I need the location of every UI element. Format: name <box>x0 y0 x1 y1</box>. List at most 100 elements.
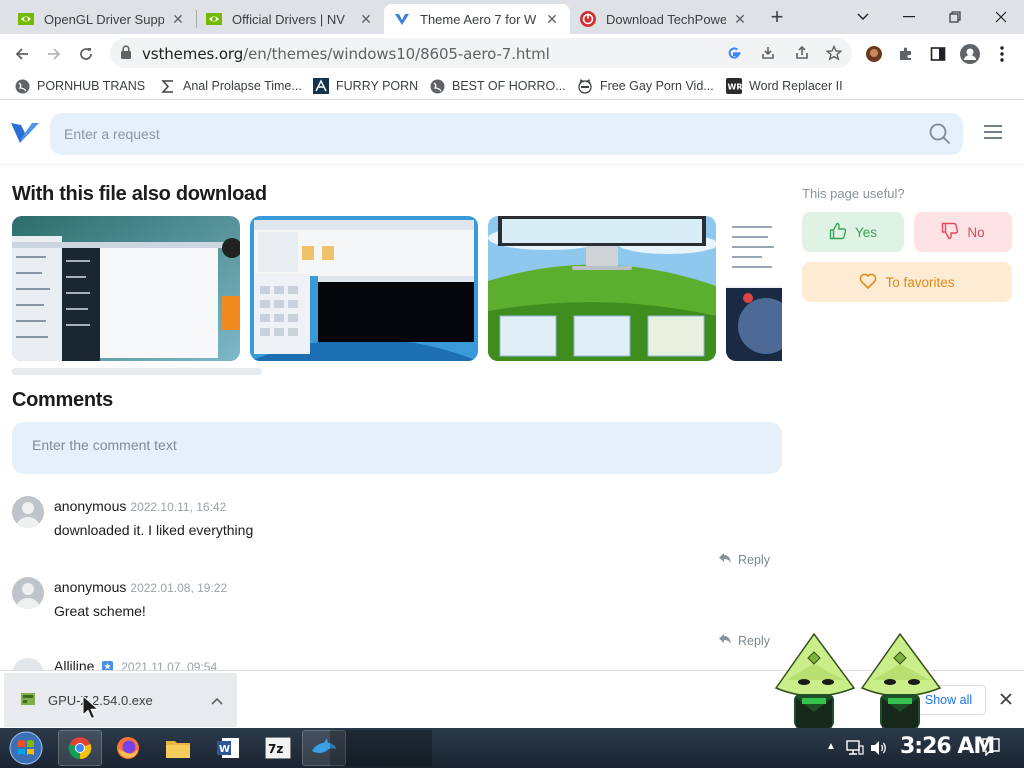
volume-icon[interactable] <box>870 740 888 759</box>
install-app-icon[interactable] <box>760 45 776 61</box>
taskbar-clock[interactable]: 3:26 AM <box>900 734 995 759</box>
bookmark-item[interactable]: BEST OF HORRO... <box>429 77 566 95</box>
yes-label: Yes <box>854 224 878 240</box>
side-panel-icon[interactable] <box>924 40 952 68</box>
comment: anonymous 2022.01.08, 19:22 Great scheme!… <box>12 577 782 657</box>
bookmark-item[interactable]: PORNHUB TRANS <box>14 77 145 95</box>
comment-date: 2021.11.07, 09:54 <box>121 660 218 670</box>
close-tab-icon[interactable]: ✕ <box>170 11 186 27</box>
tab-techpowerup[interactable]: Download TechPower ✕ <box>570 4 758 34</box>
bookmark-label: PORNHUB TRANS <box>37 79 146 93</box>
theme-thumbnail[interactable] <box>12 216 240 361</box>
close-download-bar-icon[interactable] <box>996 689 1016 709</box>
globe-icon <box>14 78 30 94</box>
close-tab-icon[interactable]: ✕ <box>732 11 748 27</box>
comment: Alliline 2021.11.07, 09:54 <box>12 658 782 670</box>
bookmark-item[interactable]: Free Gay Porn Vid... <box>577 77 714 95</box>
comment: anonymous 2022.10.11, 16:42 downloaded it… <box>12 496 782 576</box>
browser-menu-icon[interactable] <box>988 40 1016 68</box>
search-icon[interactable] <box>929 123 951 148</box>
tab-title: Official Drivers | NV <box>232 11 345 27</box>
tab-search-icon[interactable] <box>840 0 886 34</box>
vsthemes-logo-icon[interactable] <box>10 121 40 148</box>
back-icon[interactable] <box>8 40 36 68</box>
close-window-icon[interactable] <box>978 0 1024 34</box>
download-item[interactable]: GPU-Z.2.54.0.exe <box>4 673 237 727</box>
url-path: /en/themes/windows10/8605-aero-7.html <box>243 45 550 63</box>
reply-icon <box>718 633 732 648</box>
nvidia-icon <box>206 11 222 27</box>
forward-icon[interactable] <box>40 40 68 68</box>
comment-author[interactable]: anonymous <box>54 579 126 595</box>
extensions-puzzle-icon[interactable] <box>892 40 920 68</box>
page-main: With this file also download Comments En… <box>0 166 1024 670</box>
7zip-taskbar-icon[interactable]: 7z <box>256 730 300 766</box>
comment-input[interactable] <box>32 437 752 461</box>
browser-toolbar: vsthemes.org/en/themes/windows10/8605-ae… <box>0 34 1024 72</box>
to-favorites-button[interactable]: To favorites <box>802 262 1012 302</box>
explorer-taskbar-icon[interactable] <box>156 730 200 766</box>
bookmark-star-icon[interactable] <box>826 45 842 61</box>
theme-thumbnail[interactable] <box>488 216 716 361</box>
chrome-taskbar-icon[interactable] <box>58 730 102 766</box>
network-icon[interactable] <box>846 740 864 759</box>
tab-theme-aero[interactable]: Theme Aero 7 for W ✕ <box>384 4 570 34</box>
new-tab-button[interactable]: + <box>765 6 789 30</box>
profile-icon[interactable] <box>956 40 984 68</box>
action-center-icon[interactable] <box>982 738 1000 759</box>
minimize-icon[interactable] <box>886 0 932 34</box>
site-header <box>0 101 1024 165</box>
wr-icon: WR <box>726 78 742 94</box>
reply-button[interactable]: Reply <box>718 552 770 567</box>
avatar <box>12 658 44 670</box>
bookmark-label: Word Replacer II <box>749 79 843 93</box>
chevron-up-icon[interactable] <box>211 693 223 708</box>
firefox-taskbar-icon[interactable] <box>106 730 150 766</box>
comment-text: Great scheme! <box>54 603 146 619</box>
exe-file-icon <box>20 692 36 709</box>
share-icon[interactable] <box>794 45 810 61</box>
bookmark-item[interactable]: Anal Prolapse Time... <box>160 77 302 95</box>
theme-thumbnail[interactable] <box>250 216 478 361</box>
lock-icon[interactable] <box>120 45 132 63</box>
comment-date: 2022.10.11, 16:42 <box>130 500 227 514</box>
vsthemes-icon <box>394 11 410 27</box>
svg-text:7z: 7z <box>268 742 283 756</box>
tab-nvidia-drivers[interactable]: Official Drivers | NV ✕ <box>196 4 384 34</box>
theme-thumbnail[interactable] <box>726 216 782 361</box>
show-hidden-icons-icon[interactable]: ▲ <box>826 741 836 752</box>
taskbar-window-preview <box>330 730 432 766</box>
url-host: vsthemes.org <box>142 45 244 63</box>
comment-date: 2022.01.08, 19:22 <box>130 581 228 595</box>
google-translate-icon[interactable] <box>726 45 742 61</box>
start-button[interactable] <box>4 730 48 766</box>
tab-opengl[interactable]: OpenGL Driver Suppo ✕ <box>8 4 196 34</box>
site-search-input[interactable] <box>64 113 914 155</box>
yes-button[interactable]: Yes <box>802 212 904 252</box>
no-button[interactable]: No <box>914 212 1012 252</box>
reload-icon[interactable] <box>72 40 100 68</box>
tab-strip: OpenGL Driver Suppo ✕ Official Drivers |… <box>0 0 1024 34</box>
verified-badge-icon <box>102 659 114 670</box>
bookmark-label: FURRY PORN <box>336 79 419 93</box>
windows-taskbar: W 7z ▲ 3:26 AM <box>0 728 1024 768</box>
close-tab-icon[interactable]: ✕ <box>544 11 560 27</box>
extension-avatar-icon[interactable] <box>860 40 888 68</box>
carousel-scrollbar[interactable] <box>12 368 262 375</box>
reply-button[interactable]: Reply <box>718 633 770 648</box>
address-bar[interactable]: vsthemes.org/en/themes/windows10/8605-ae… <box>110 38 852 68</box>
restore-icon[interactable] <box>932 0 978 34</box>
comment-author[interactable]: Alliline <box>54 658 94 670</box>
comment-box <box>12 422 782 474</box>
word-taskbar-icon[interactable]: W <box>206 730 250 766</box>
hamburger-menu-icon[interactable] <box>983 124 1003 143</box>
thumbs-up-icon <box>829 222 847 243</box>
bookmark-item[interactable]: WR Word Replacer II <box>726 77 843 95</box>
tab-title: Download TechPower <box>606 11 726 27</box>
thumbs-down-icon <box>941 222 959 243</box>
bookmark-item[interactable]: FURRY PORN <box>313 77 418 95</box>
comment-author[interactable]: anonymous <box>54 498 126 514</box>
close-tab-icon[interactable]: ✕ <box>358 11 374 27</box>
mouse-cursor-icon <box>82 694 100 724</box>
reply-label: Reply <box>738 633 770 648</box>
